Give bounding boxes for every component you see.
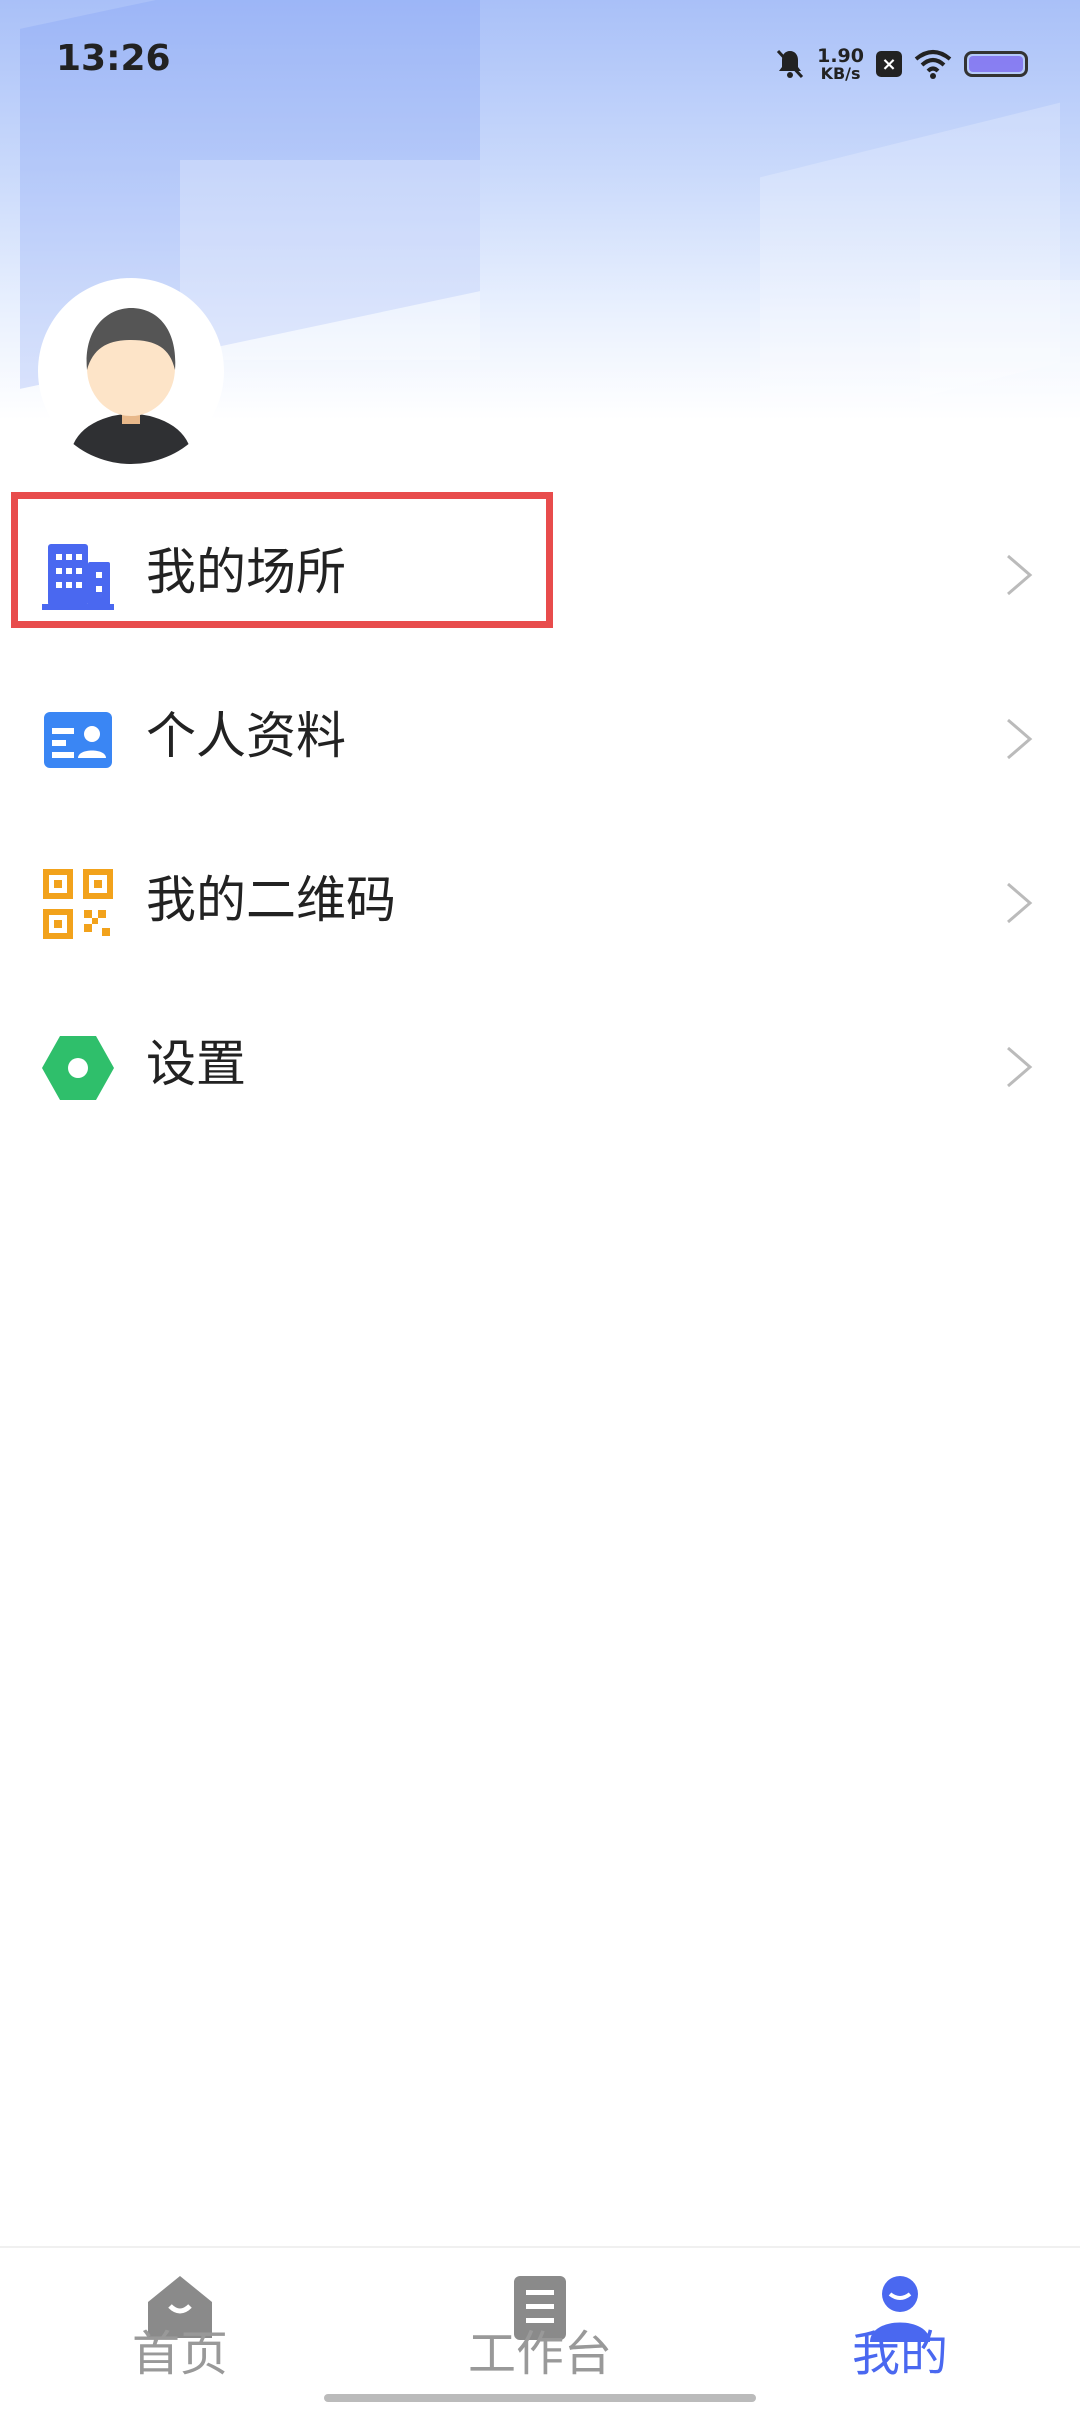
menu-item-my-qrcode[interactable]: 我的二维码 <box>0 840 1080 960</box>
menu-item-label: 个人资料 <box>146 707 346 765</box>
tab-workbench[interactable]: 工作台 <box>440 2262 640 2412</box>
qr-code-icon <box>43 869 113 939</box>
chevron-right-icon <box>1007 718 1033 760</box>
bg-shape <box>180 160 480 360</box>
user-avatar-icon[interactable] <box>38 278 224 464</box>
chevron-right-icon <box>1007 554 1033 596</box>
menu-item-label: 设置 <box>146 1035 246 1093</box>
tab-mine[interactable]: 我的 <box>800 2262 1000 2412</box>
bottom-tab-bar: 首页 工作台 我的 <box>0 2246 1080 2408</box>
menu-item-personal-info[interactable]: 个人资料 <box>0 676 1080 796</box>
chevron-right-icon <box>1007 882 1033 924</box>
chevron-right-icon <box>1007 1046 1033 1088</box>
tab-label: 首页 <box>131 2326 228 2382</box>
home-indicator[interactable] <box>324 2394 756 2402</box>
net-speed-value: 1.90 <box>817 44 864 67</box>
close-box-icon: × <box>876 51 902 77</box>
status-bar: 13:26 1.90 KB/s × <box>0 0 1080 126</box>
status-icons: 1.90 KB/s × <box>775 40 1028 88</box>
id-card-icon <box>44 712 112 768</box>
tab-label: 我的 <box>851 2326 948 2382</box>
bg-shape <box>920 280 1080 420</box>
mute-bell-icon <box>777 49 804 79</box>
net-speed-unit: KB/s <box>820 63 861 83</box>
tab-label: 工作台 <box>467 2326 612 2382</box>
tab-home[interactable]: 首页 <box>80 2262 280 2412</box>
net-speed: 1.90 KB/s <box>817 44 864 83</box>
battery-icon <box>964 51 1028 77</box>
status-time: 13:26 <box>56 38 171 79</box>
wifi-icon <box>914 50 952 79</box>
menu-item-label: 我的二维码 <box>146 871 396 929</box>
hexagon-settings-icon <box>42 1036 114 1100</box>
menu-item-settings[interactable]: 设置 <box>0 1004 1080 1124</box>
highlight-box <box>11 492 553 628</box>
